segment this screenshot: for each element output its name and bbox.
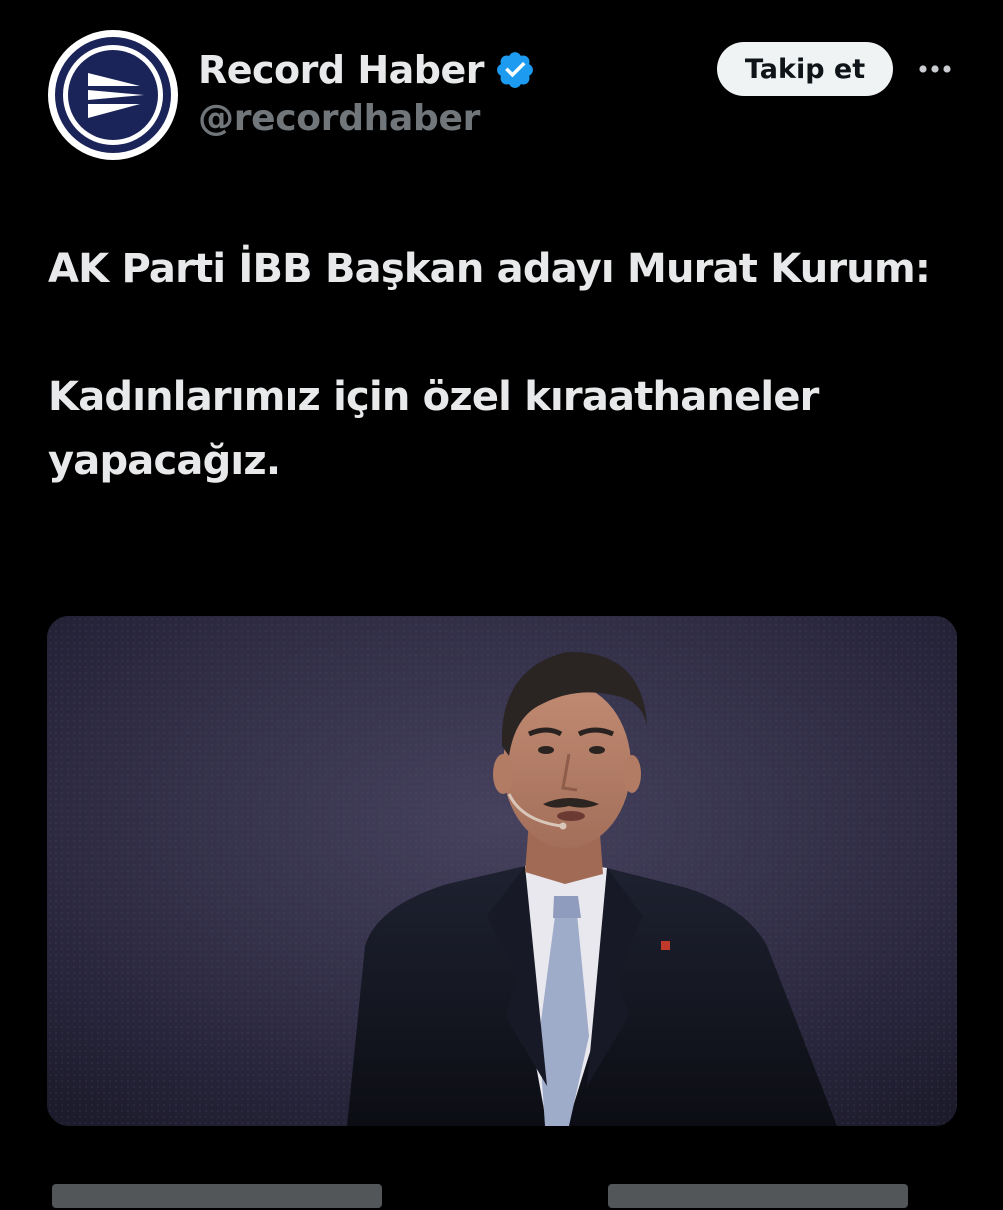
tweet-text: AK Parti İBB Başkan adayı Murat Kurum: K… [48, 237, 948, 493]
display-name[interactable]: Record Haber [198, 48, 485, 92]
tweet: Record Haber @recordhaber Takip et AK Pa… [0, 0, 1003, 1208]
follow-button[interactable]: Takip et [717, 42, 893, 96]
tweet-text-line: AK Parti İBB Başkan adayı Murat Kurum: [48, 246, 931, 292]
record-haber-logo-icon [49, 31, 177, 159]
more-dots-icon [919, 65, 951, 73]
speaker-photo-image [47, 616, 957, 1126]
user-handle[interactable]: @recordhaber [198, 98, 480, 139]
verified-badge-icon [494, 49, 536, 91]
avatar[interactable] [48, 30, 178, 160]
tweet-photo[interactable] [47, 616, 957, 1126]
tweet-timestamp-row [48, 1180, 948, 1210]
tweet-text-line: Kadınlarımız için özel kıraathaneler yap… [48, 374, 819, 484]
more-button[interactable] [912, 52, 958, 86]
name-row: Record Haber [198, 44, 536, 96]
